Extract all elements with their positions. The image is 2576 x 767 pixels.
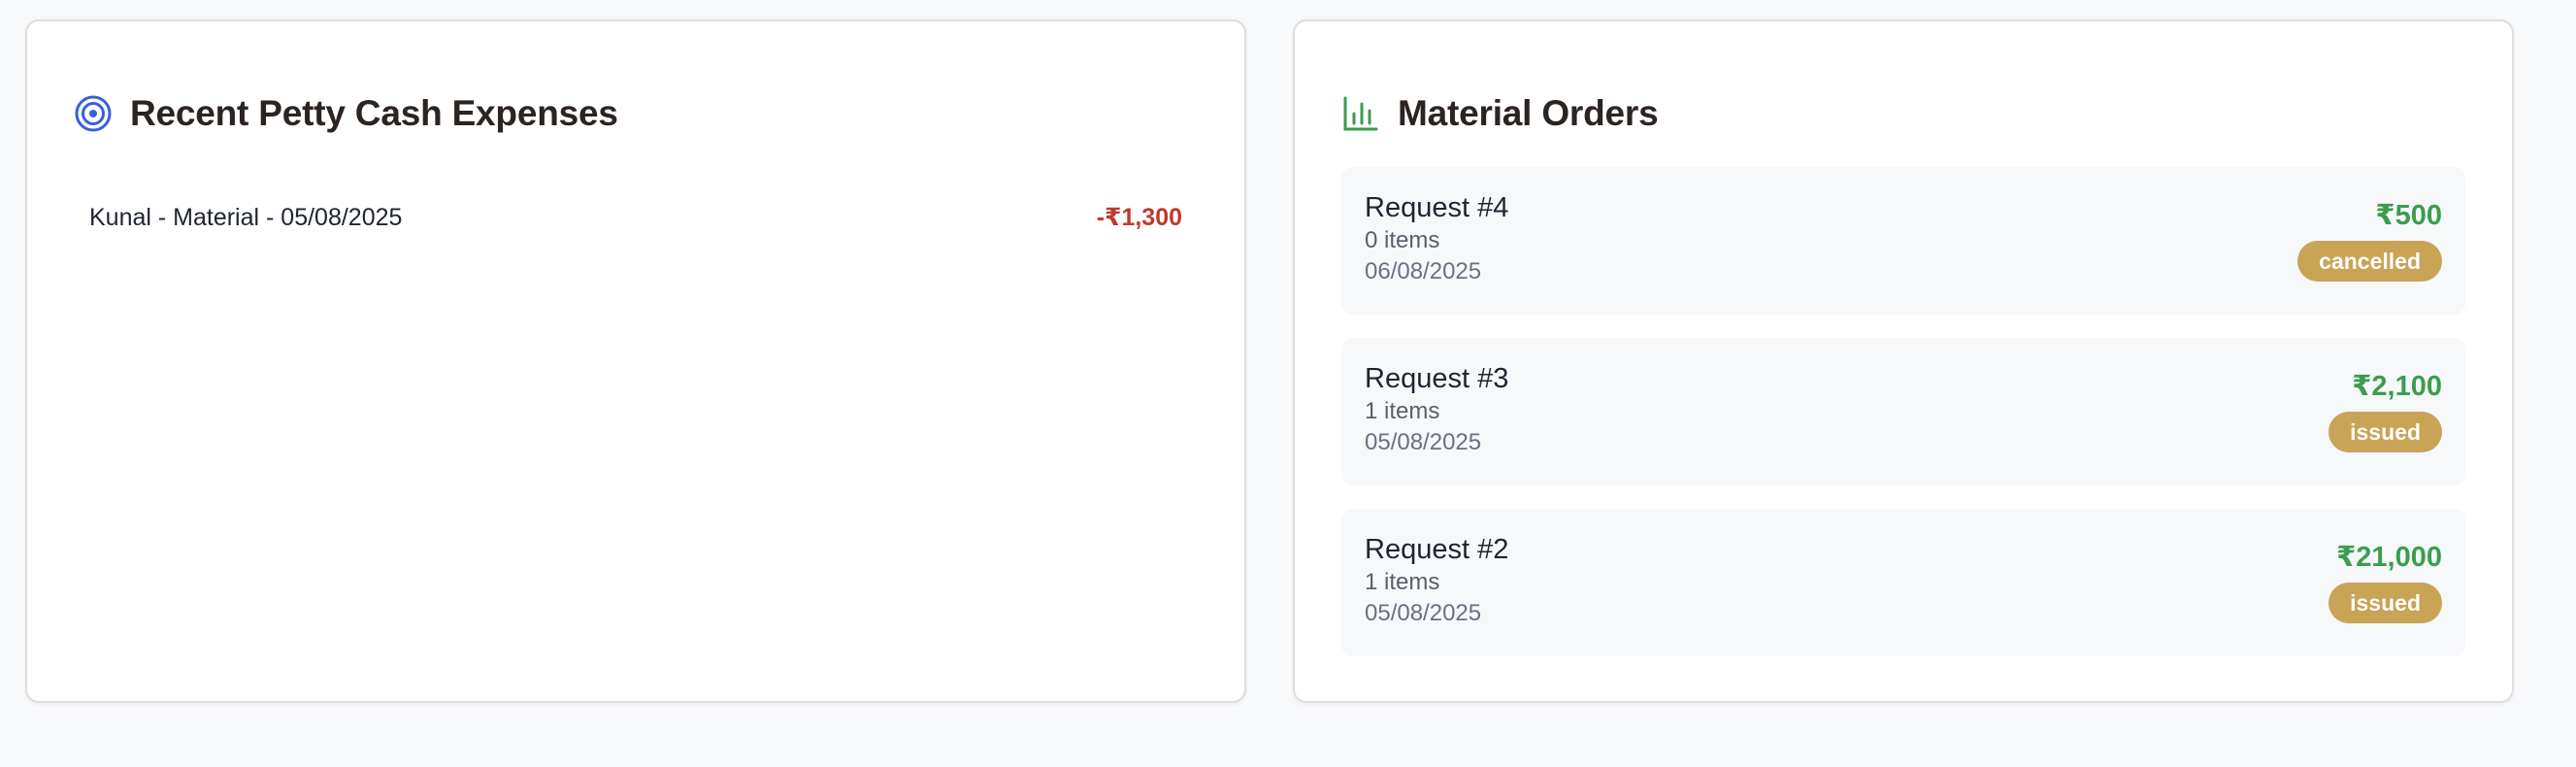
order-date: 05/08/2025 — [1365, 600, 1482, 626]
order-amount: ₹2,100 — [2352, 371, 2442, 402]
order-title: Request #3 — [1365, 363, 1509, 394]
expense-amount: -₹1,300 — [1096, 204, 1182, 231]
order-date: 06/08/2025 — [1365, 258, 1482, 284]
orders-card-title: Material Orders — [1398, 93, 1659, 133]
bar-chart-icon — [1341, 94, 1380, 133]
order-item-request-3[interactable]: Request #3 1 items 05/08/2025 ₹2,100 iss… — [1341, 338, 2465, 485]
order-item-count: 1 items — [1365, 569, 1440, 595]
orders-card-header: Material Orders — [1341, 70, 1659, 157]
order-item-request-2[interactable]: Request #2 1 items 05/08/2025 ₹21,000 is… — [1341, 509, 2465, 656]
order-date: 05/08/2025 — [1365, 429, 1482, 455]
expenses-card-title: Recent Petty Cash Expenses — [130, 93, 618, 133]
order-amount: ₹500 — [2375, 200, 2442, 231]
order-item-request-4[interactable]: Request #4 0 items 06/08/2025 ₹500 cance… — [1341, 167, 2465, 315]
status-badge: cancelled — [2297, 241, 2442, 282]
expense-item[interactable]: Kunal - Material - 05/08/2025 -₹1,300 — [89, 179, 1182, 256]
order-item-count: 1 items — [1365, 398, 1440, 424]
petty-cash-expenses-card: Recent Petty Cash Expenses Kunal - Mater… — [25, 19, 1246, 703]
order-item-count: 0 items — [1365, 227, 1440, 253]
order-amount: ₹21,000 — [2336, 542, 2442, 573]
order-title: Request #4 — [1365, 192, 1509, 223]
expense-label: Kunal - Material - 05/08/2025 — [89, 203, 403, 231]
status-badge: issued — [2328, 412, 2442, 452]
target-icon — [74, 94, 113, 133]
status-badge: issued — [2328, 583, 2442, 623]
material-orders-card: Material Orders Request #4 0 items 06/08… — [1293, 19, 2514, 703]
orders-list: Request #4 0 items 06/08/2025 ₹500 cance… — [1341, 167, 2465, 680]
expenses-card-header: Recent Petty Cash Expenses — [74, 70, 618, 157]
order-title: Request #2 — [1365, 534, 1509, 565]
